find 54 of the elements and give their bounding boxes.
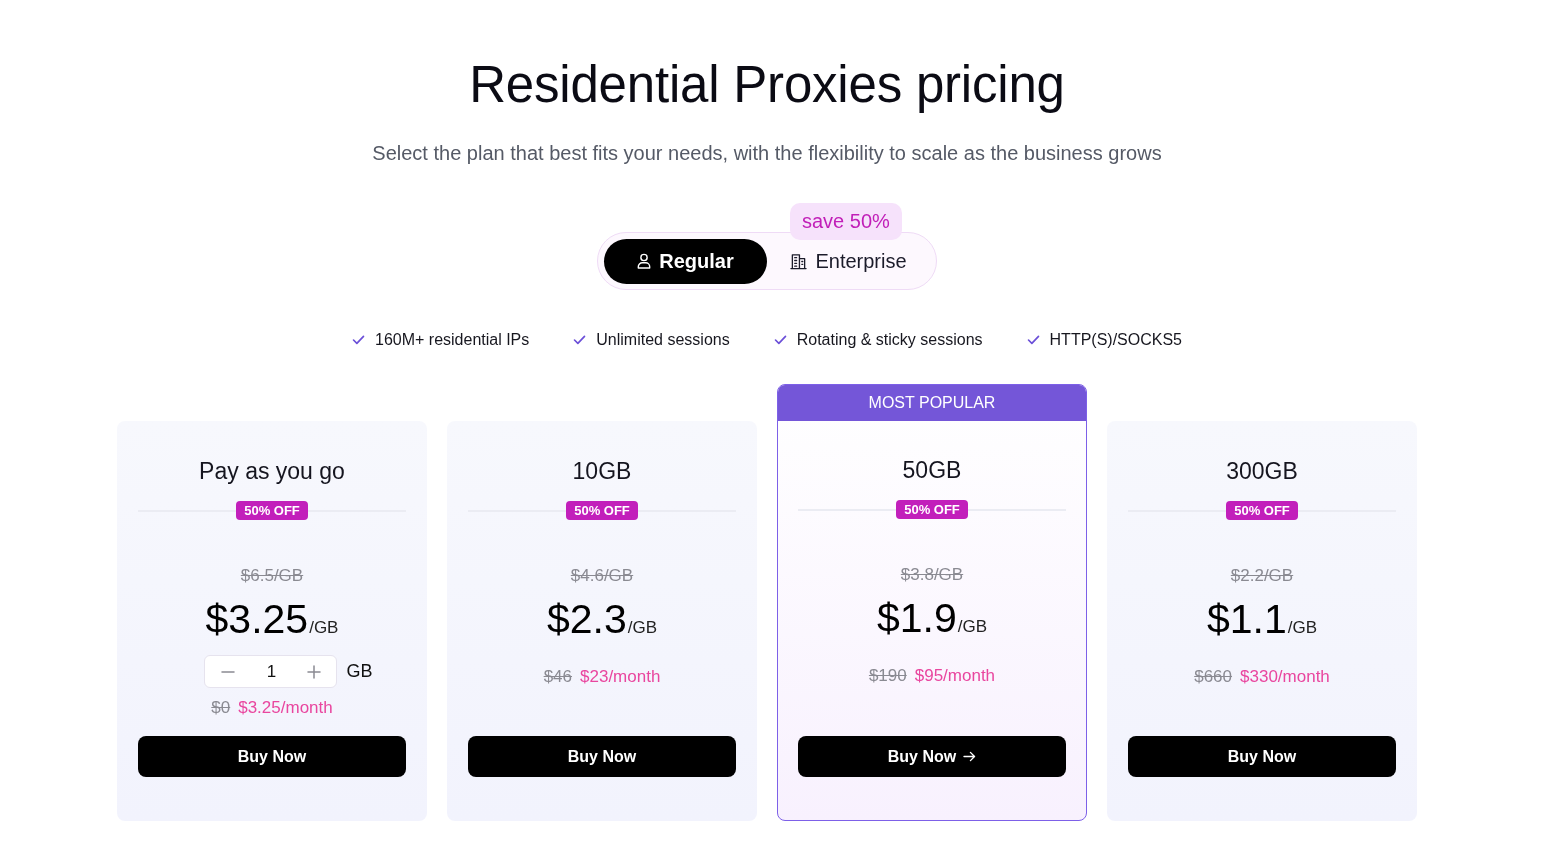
monthly-price: $23/month [580, 666, 661, 688]
buy-button[interactable]: Buy Now [468, 736, 736, 777]
check-icon [573, 335, 587, 345]
plan-name: 300GB [1226, 457, 1298, 485]
old-price: $4.6/GB [570, 565, 634, 587]
page-subtitle: Select the plan that best fits your needs, with the flexibility to scale as the business grows [372, 141, 1162, 165]
price-amount: $3.25 [205, 596, 309, 642]
quantity-input[interactable]: 1 [251, 661, 292, 682]
monthly-price: $3.25/month [238, 697, 333, 719]
old-total: $660 [1194, 666, 1232, 688]
promo-badge: save 50% [790, 203, 902, 240]
check-icon [352, 335, 365, 345]
price-amount: $2.3 [546, 596, 627, 642]
old-total: $46 [543, 666, 572, 688]
plus-icon [307, 664, 322, 679]
discount-badge: 50% OFF [566, 501, 638, 520]
price-unit: /GB [627, 618, 658, 638]
arrow-right-icon [963, 751, 977, 762]
old-price: $6.5/GB [240, 565, 304, 587]
discount-badge: 50% OFF [236, 501, 308, 520]
buy-button[interactable]: Buy Now [1128, 736, 1396, 777]
feature-text: Rotating & sticky sessions [796, 330, 983, 350]
minus-icon [221, 670, 236, 673]
discount-badge: 50% OFF [896, 500, 968, 519]
price-amount: $1.9 [876, 595, 957, 641]
price-unit: /GB [1287, 618, 1318, 638]
buy-button[interactable]: Buy Now [138, 736, 406, 777]
feature-text: Unlimited sessions [596, 330, 730, 350]
person-icon [637, 253, 652, 269]
page-title: Residential Proxies pricing [469, 55, 1065, 115]
old-price: $3.8/GB [900, 564, 964, 586]
popular-ribbon: MOST POPULAR [778, 385, 1086, 421]
quantity-unit: GB [346, 661, 373, 682]
plan-tab[interactable]: Enterprise [767, 238, 930, 284]
feature-text: 160M+ residential IPs [375, 330, 530, 350]
plan-name: Pay as you go [199, 457, 345, 485]
plan-name: 50GB [902, 456, 962, 484]
increase-button[interactable] [306, 663, 323, 680]
check-icon [1026, 335, 1040, 345]
building-icon [790, 252, 808, 270]
monthly-price: $330/month [1240, 666, 1330, 688]
discount-badge: 50% OFF [1226, 501, 1298, 520]
old-total: $190 [868, 665, 907, 687]
price-unit: /GB [957, 617, 988, 637]
old-total: $0 [211, 697, 231, 719]
monthly-price: $95/month [914, 665, 996, 687]
old-price: $2.2/GB [1230, 565, 1294, 587]
check-icon [773, 335, 787, 345]
buy-button[interactable]: Buy Now [798, 736, 1066, 777]
plan-name: 10GB [572, 457, 632, 485]
price-amount: $1.1 [1206, 596, 1287, 642]
price-unit: /GB [309, 618, 339, 638]
plan-tab[interactable]: Regular [604, 238, 767, 284]
feature-text: HTTP(S)/SOCKS5 [1049, 330, 1182, 350]
